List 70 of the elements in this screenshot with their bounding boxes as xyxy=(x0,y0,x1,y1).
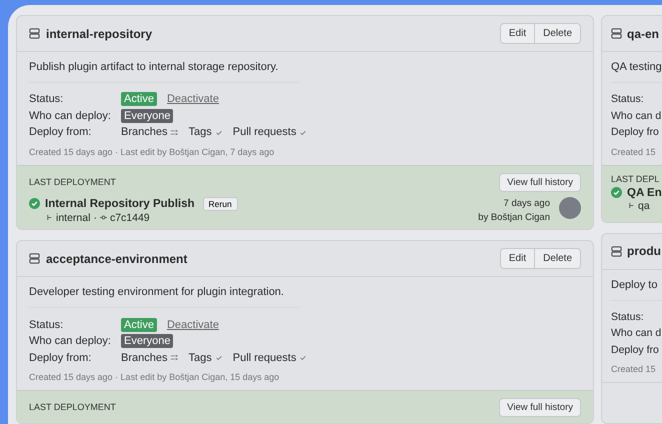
environment-name: qa-en xyxy=(627,26,660,40)
rerun-button[interactable]: Rerun xyxy=(202,196,238,210)
source-label: Tags xyxy=(188,126,212,138)
success-icon xyxy=(611,187,622,198)
deployment-title: Internal Repository Publish xyxy=(45,198,195,210)
environment-name: produ xyxy=(627,244,661,258)
branch-name: qa xyxy=(638,200,650,212)
permission-badge: Everyone xyxy=(121,334,174,348)
edit-history-text: Created 15 days ago · Last edit by Boštjan Cigan, 7 days ago xyxy=(29,146,276,156)
separator-dot: · xyxy=(93,212,97,224)
field-label: Who can deploy: xyxy=(29,335,112,348)
edit-history-text: Created 15 days ago · Last edit by Boštjan Cigan, 15 days ago xyxy=(29,372,280,382)
field-label: Deploy from: xyxy=(29,352,92,364)
environment-description: QA testing xyxy=(611,61,662,73)
source-label: Branches xyxy=(121,126,168,138)
edit-history-text: Created 15 xyxy=(611,146,657,156)
filter-icon xyxy=(170,354,178,362)
environment-description: Deploy to xyxy=(611,278,658,290)
deactivate-link[interactable]: Deactivate xyxy=(166,93,219,106)
status-badge: Active xyxy=(121,318,157,332)
field-label: Deploy fro xyxy=(611,342,660,358)
source-label: Pull requests xyxy=(232,126,296,138)
field-label: Who can d xyxy=(611,326,662,341)
environment-description: Developer testing environment for plugin integration. xyxy=(29,286,285,298)
section-heading: LAST DEPLOYMENT xyxy=(29,177,116,187)
check-icon xyxy=(299,128,308,136)
server-icon xyxy=(29,28,40,39)
server-icon xyxy=(29,253,40,264)
card-action-button[interactable]: Delete xyxy=(534,24,580,43)
field-label: Deploy from: xyxy=(29,126,92,138)
deployment-author: by Boštjan Cigan xyxy=(478,212,550,222)
check-icon xyxy=(214,354,223,362)
card-action-button[interactable]: Edit xyxy=(500,249,534,268)
deactivate-link[interactable]: Deactivate xyxy=(166,318,219,331)
field-label: Status: xyxy=(611,310,645,324)
branch-icon xyxy=(628,202,635,209)
source-label: Pull requests xyxy=(232,352,296,364)
filter-icon xyxy=(170,128,178,136)
branch-icon xyxy=(46,214,53,221)
deployment-time: 7 days ago xyxy=(504,198,550,208)
check-icon xyxy=(214,128,223,136)
success-icon xyxy=(29,198,40,209)
environment-name: internal-repository xyxy=(46,26,152,40)
section-heading: LAST DEPLOYMENT xyxy=(29,402,116,412)
permission-badge: Everyone xyxy=(121,108,174,123)
field-label: Status: xyxy=(29,93,64,106)
field-label: Status: xyxy=(611,92,645,107)
server-icon xyxy=(611,246,622,256)
status-badge: Active xyxy=(121,92,157,106)
card-action-button[interactable]: Delete xyxy=(534,249,580,268)
environment-description: Publish plugin artifact to internal storage repository. xyxy=(29,61,280,73)
server-icon xyxy=(611,28,622,39)
field-label: Who can d xyxy=(611,108,662,124)
check-icon xyxy=(299,354,308,362)
source-label: Branches xyxy=(121,352,168,364)
avatar xyxy=(559,196,581,218)
field-label: Who can deploy: xyxy=(29,110,112,122)
environment-name: acceptance-environment xyxy=(46,252,188,266)
commit-icon xyxy=(100,214,107,221)
branch-name: internal xyxy=(56,212,90,224)
field-label: Deploy fro xyxy=(611,125,660,140)
source-label: Tags xyxy=(188,352,212,364)
history-button[interactable]: View full history xyxy=(499,172,581,192)
commit-hash: c7c1449 xyxy=(110,212,150,224)
card-action-button[interactable]: Edit xyxy=(500,24,534,43)
field-label: Status: xyxy=(29,318,64,331)
edit-history-text: Created 15 xyxy=(611,364,657,374)
history-button[interactable]: View full history xyxy=(499,398,581,417)
deployment-title: QA En xyxy=(627,186,662,198)
section-heading: LAST DEPL xyxy=(611,174,660,184)
